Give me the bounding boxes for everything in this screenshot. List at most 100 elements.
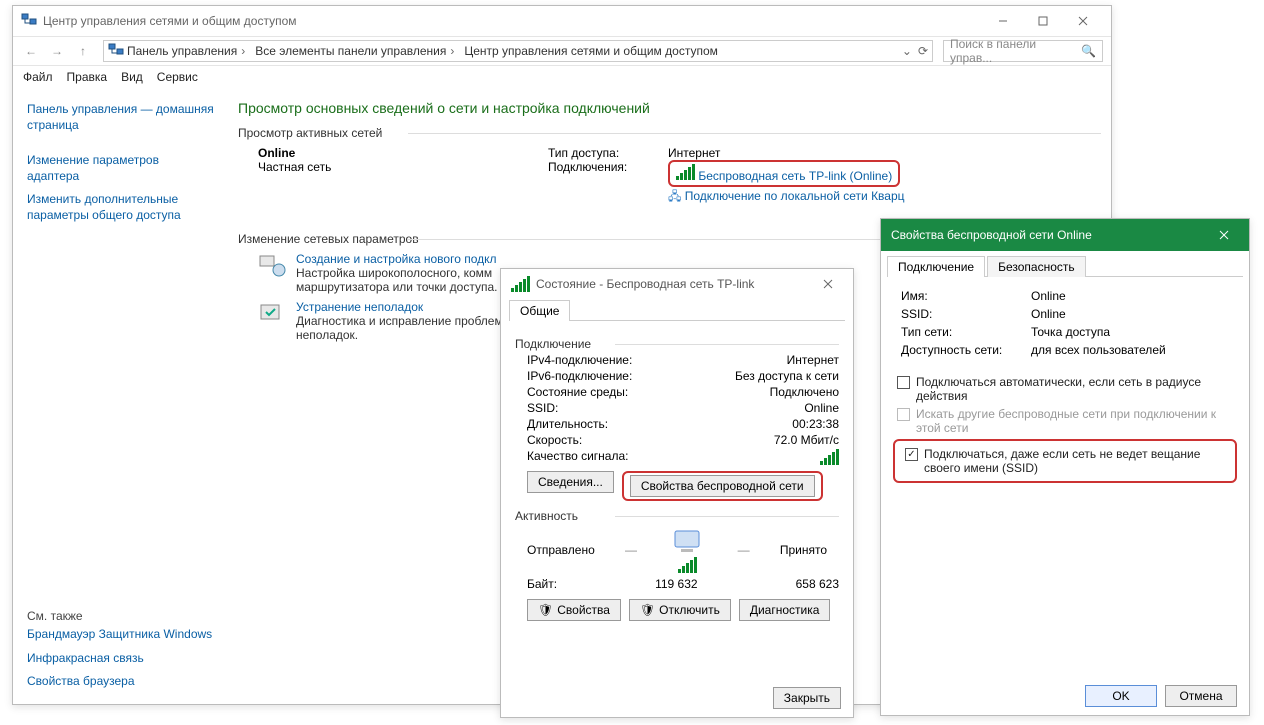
ipv4-value: Интернет [787,353,839,367]
name-value: Online [1031,289,1066,303]
network-type: Частная сеть [258,160,508,174]
shield-icon: 🛡 [640,603,655,617]
setup-connection-title: Создание и настройка нового подкл [296,252,497,266]
disable-button[interactable]: 🛡Отключить [629,599,731,621]
dialog-titlebar: Свойства беспроводной сети Online [881,219,1249,251]
close-button[interactable] [813,272,843,296]
sidebar-home-link[interactable]: Панель управления — домашняя страница [27,102,214,133]
ethernet-connection-link[interactable]: Подключение по локальной сети Кварц [685,189,905,203]
ipv6-label: IPv6-подключение: [527,369,632,383]
up-button[interactable]: ↑ [73,41,93,61]
sidebar-sharing-settings-link[interactable]: Изменить дополнительные параметры общего… [27,192,214,223]
name-label: Имя: [901,289,1031,303]
network-center-icon [108,43,124,59]
ok-button[interactable]: OK [1085,685,1157,707]
media-state-label: Состояние среды: [527,385,628,399]
troubleshoot-icon [258,300,286,328]
highlight-box: Свойства беспроводной сети [622,471,823,501]
wireless-connection-link[interactable]: Беспроводная сеть TP-link (Online) [698,169,892,183]
availability-value: для всех пользователей [1031,343,1166,357]
chevron-down-icon[interactable]: ⌄ [902,44,912,58]
dialog-titlebar: Состояние - Беспроводная сеть TP-link [501,269,853,299]
active-networks-label: Просмотр активных сетей [238,126,1101,140]
sidebar-firewall-link[interactable]: Брандмауэр Защитника Windows [27,627,214,643]
search-input[interactable]: Поиск в панели управ... 🔍 [943,40,1103,62]
tab-security[interactable]: Безопасность [987,256,1086,277]
troubleshoot-title: Устранение неполадок [296,300,503,314]
auto-connect-label: Подключаться автоматически, если сеть в … [916,375,1237,403]
menu-bar: Файл Правка Вид Сервис [13,66,1111,88]
network-center-icon [21,13,37,29]
media-state-value: Подключено [770,385,839,399]
bytes-label: Байт: [527,577,557,591]
shield-icon: 🛡 [538,603,553,617]
ethernet-icon: 🖧 [668,189,681,203]
ssid-value: Online [804,401,839,415]
menu-edit[interactable]: Правка [67,70,108,84]
setup-connection-icon [258,252,286,280]
wifi-signal-icon [820,449,839,465]
highlight-box: Беспроводная сеть TP-link (Online) [668,160,900,187]
sidebar-infrared-link[interactable]: Инфракрасная связь [27,651,214,667]
ipv4-label: IPv4-подключение: [527,353,632,367]
sent-label: Отправлено [527,543,595,557]
details-button[interactable]: Сведения... [527,471,614,493]
auto-connect-checkbox[interactable]: Подключаться автоматически, если сеть в … [897,375,1237,403]
wifi-signal-icon [676,164,695,180]
speed-value: 72.0 Мбит/с [774,433,839,447]
bytes-sent-value: 119 632 [557,577,796,591]
tab-general[interactable]: Общие [509,300,570,321]
availability-label: Доступность сети: [901,343,1031,357]
maximize-button[interactable] [1023,9,1063,33]
search-placeholder: Поиск в панели управ... [950,37,1075,65]
checkbox-icon [897,376,910,389]
tab-connection[interactable]: Подключение [887,256,985,277]
close-button[interactable] [1209,223,1239,247]
breadcrumb[interactable]: Панель управления Все элементы панели уп… [103,40,933,62]
setup-connection-desc: Настройка широкополосного, комм маршрути… [296,266,497,294]
dialog-title: Состояние - Беспроводная сеть TP-link [536,277,754,291]
dialog-title: Свойства беспроводной сети Online [891,228,1092,242]
crumb[interactable]: Все элементы панели управления [252,44,461,58]
ssid-label: SSID: [527,401,558,415]
titlebar: Центр управления сетями и общим доступом [13,6,1111,36]
checkbox-icon: ✓ [905,448,918,461]
diagnose-button[interactable]: Диагностика [739,599,831,621]
access-type-value: Интернет [668,146,720,160]
see-also-label: См. также [27,589,214,623]
received-label: Принято [780,543,827,557]
close-button[interactable] [1063,9,1103,33]
wifi-signal-icon [678,557,697,573]
close-dialog-button[interactable]: Закрыть [773,687,841,709]
page-heading: Просмотр основных сведений о сети и наст… [238,100,1101,116]
duration-value: 00:23:38 [792,417,839,431]
forward-button[interactable]: → [47,41,67,61]
computer-icon [667,527,707,573]
network-name: Online [258,146,508,160]
minimize-button[interactable] [983,9,1023,33]
access-type-label: Тип доступа: [548,146,668,160]
wireless-properties-button[interactable]: Свойства беспроводной сети [630,475,815,497]
refresh-icon[interactable]: ⟳ [918,44,928,58]
back-button[interactable]: ← [21,41,41,61]
wifi-signal-icon [511,276,530,292]
highlight-box: ✓ Подключаться, даже если сеть не ведет … [893,439,1237,483]
menu-tools[interactable]: Сервис [157,70,198,84]
crumb[interactable]: Центр управления сетями и общим доступом [461,44,721,58]
network-type-label: Тип сети: [901,325,1031,339]
menu-file[interactable]: Файл [23,70,53,84]
properties-button[interactable]: 🛡Свойства [527,599,621,621]
cancel-button[interactable]: Отмена [1165,685,1237,707]
menu-view[interactable]: Вид [121,70,143,84]
duration-label: Длительность: [527,417,608,431]
address-bar: ← → ↑ Панель управления Все элементы пан… [13,36,1111,66]
look-other-networks-checkbox: Искать другие беспроводные сети при подк… [897,407,1237,435]
sidebar-adapter-settings-link[interactable]: Изменение параметров адаптера [27,153,214,184]
search-icon: 🔍 [1081,44,1096,58]
crumb[interactable]: Панель управления [124,44,252,58]
connect-hidden-ssid-checkbox[interactable]: ✓ Подключаться, даже если сеть не ведет … [905,447,1229,475]
connections-label: Подключения: [548,160,668,208]
connection-group-label: Подключение [515,337,839,351]
wifi-status-dialog: Состояние - Беспроводная сеть TP-link Об… [500,268,854,718]
sidebar-browser-props-link[interactable]: Свойства браузера [27,674,214,690]
